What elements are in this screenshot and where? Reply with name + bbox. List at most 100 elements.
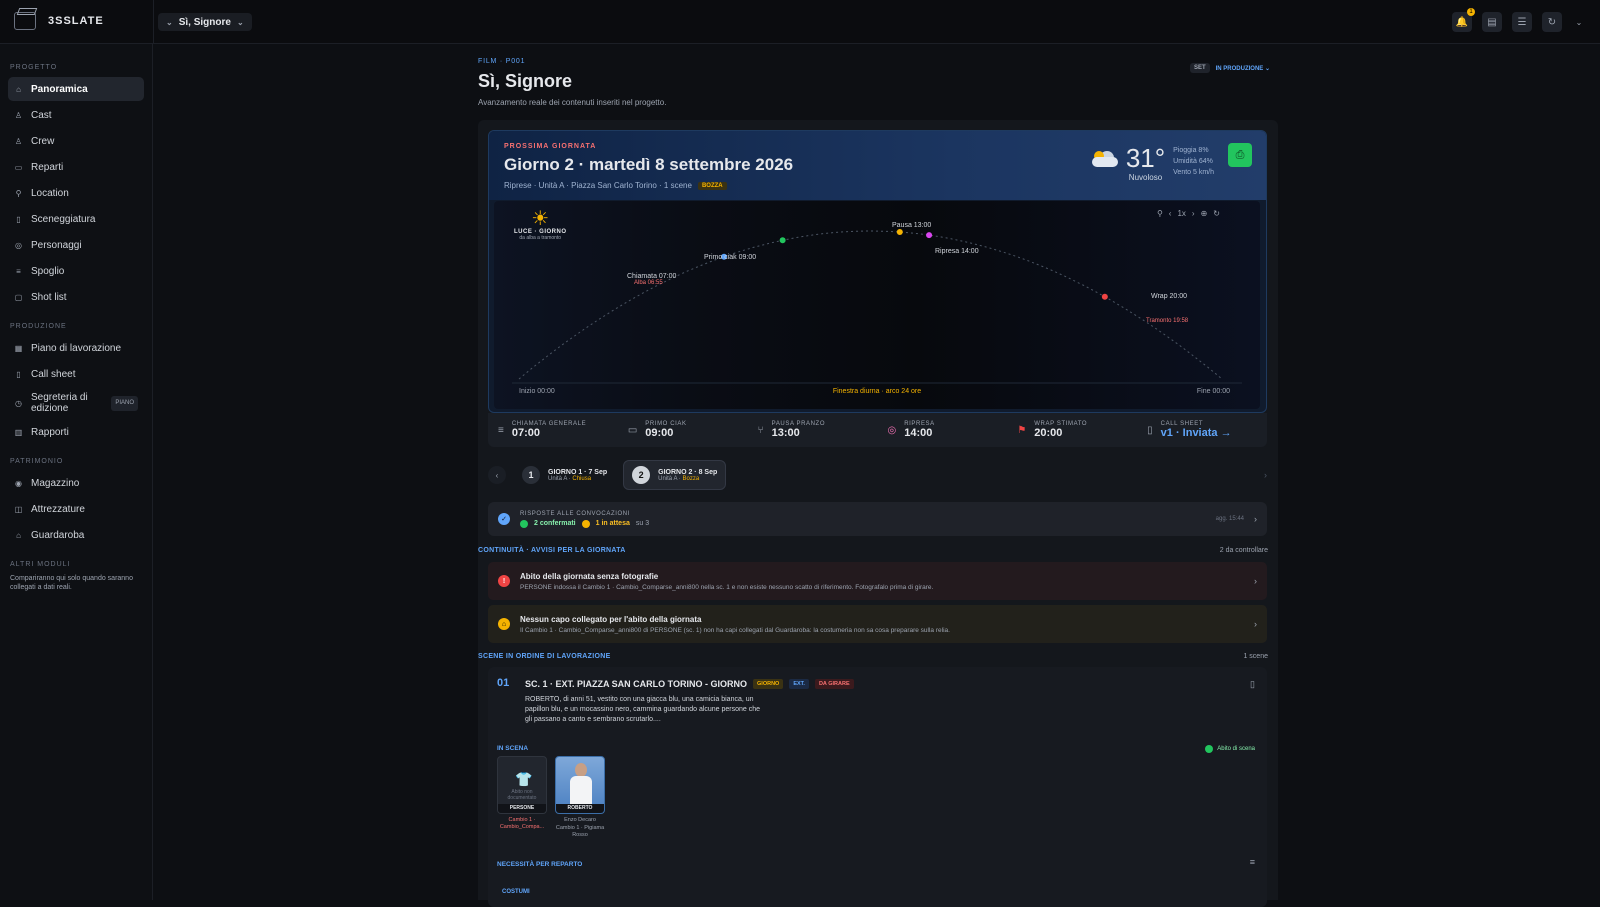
timeline-event-marker[interactable] <box>896 229 903 236</box>
timeline-event-marker[interactable] <box>779 237 786 244</box>
day-chip-2[interactable]: 2 GIORNO 2 · 8 Sep Unità A · Bozza <box>623 460 727 490</box>
project-selector[interactable]: ⌄ Sì, Signore ⌄ <box>158 13 252 31</box>
breadcrumb[interactable]: FILM · P001 <box>478 58 1278 65</box>
window-icon[interactable]: ▤ <box>1482 12 1502 32</box>
brand-name: 3SSLATE <box>48 15 104 27</box>
print-button[interactable]: ⎙ <box>1228 143 1252 167</box>
next-day-subtitle: Riprese · Unità A · Piazza San Carlo Tor… <box>504 181 727 190</box>
cast-role: ROBERTO <box>556 804 604 813</box>
reset-icon[interactable]: ↻ <box>1213 209 1220 218</box>
camera-icon: ▢ <box>14 292 23 302</box>
sidebar-item-shot-list[interactable]: ▢ Shot list <box>8 285 144 309</box>
timeline-event-marker[interactable] <box>926 232 933 239</box>
convocation-responses[interactable]: ✓ RISPOSTE ALLE CONVOCAZIONI 2 confermat… <box>488 502 1267 536</box>
alert-title: Nessun capo collegato per l'abito della … <box>520 614 702 624</box>
sidebar-item-label: Cast <box>31 109 52 121</box>
sidebar-item-label: Panoramica <box>31 83 88 95</box>
chevron-right-icon[interactable]: › <box>1264 470 1267 480</box>
database-icon[interactable]: ☰ <box>1512 12 1532 32</box>
sidebar-item-location[interactable]: ⚲ Location <box>8 181 144 205</box>
document-icon[interactable]: ▯ <box>1250 679 1255 690</box>
overview-panel: PROSSIMA GIORNATA Giorno 2 · martedì 8 s… <box>478 120 1278 907</box>
temperature: 31° <box>1125 143 1166 173</box>
cast-card-persone[interactable]: 👕 Abito non documentato PERSONE Cambio 1… <box>497 756 547 831</box>
timeline-event-marker[interactable] <box>1101 293 1108 300</box>
draft-badge: BOZZA <box>697 181 727 190</box>
hanger-icon: ⌂ <box>16 530 21 540</box>
people-icon: ♙ <box>14 136 23 146</box>
sidebar-item-reparti[interactable]: ▭ Reparti <box>8 155 144 179</box>
notifications-button[interactable]: 🔔 1 <box>1452 8 1475 32</box>
chart-icon: ▥ <box>14 427 23 437</box>
page-header: FILM · P001 Sì, Signore Avanzamento real… <box>478 58 1278 107</box>
stat-value: 14:00 <box>904 427 933 439</box>
stat-value: 20:00 <box>1034 427 1063 439</box>
cast-caption: Cambio 1 · Cambio_Compa... <box>499 817 545 830</box>
scene-card[interactable]: 01 SC. 1 · EXT. PIAZZA SAN CARLO TORINO … <box>488 667 1267 907</box>
page-title: Sì, Signore <box>478 71 573 91</box>
stat-value: 07:00 <box>511 427 540 439</box>
brand[interactable]: 3SSLATE <box>14 12 104 30</box>
rain-chance: Pioggia 8% <box>1173 147 1209 154</box>
sidebar-item-piano-di-lavorazione[interactable]: ▦ Piano di lavorazione <box>8 336 144 360</box>
day-chip-1[interactable]: 1 GIORNO 1 · 7 Sep Unità A · Chiusa <box>514 460 615 490</box>
sidebar-item-guardaroba[interactable]: ⌂ Guardaroba <box>8 523 144 547</box>
sidebar-item-panoramica[interactable]: ⌂ Panoramica <box>8 77 144 101</box>
scene-number: 01 <box>497 677 510 689</box>
chevron-left-icon[interactable]: ‹ <box>488 466 506 484</box>
scene-title: SC. 1 · EXT. PIAZZA SAN CARLO TORINO - G… <box>525 679 748 689</box>
daylight-indicator: ☀ LUCE · GIORNO da alba a tramonto <box>514 209 567 241</box>
list-icon[interactable]: ≡ <box>1250 857 1255 867</box>
cast-card-roberto[interactable]: ROBERTO Enzo Decaro Cambio 1 · Pigiama R… <box>555 756 605 839</box>
sidebar-item-label: Magazzino <box>31 477 80 489</box>
day-title: GIORNO 1 · 7 Sep <box>548 468 608 476</box>
stat-chiamata: ≡ CHIAMATA GENERALE 07:00 <box>488 413 618 447</box>
pending-count: 1 in attesa <box>595 520 630 527</box>
tool-icon: ◫ <box>14 504 23 514</box>
sidebar-item-label: Crew <box>31 135 55 147</box>
page-subtitle: Avanzamento reale dei contenuti inseriti… <box>478 98 667 107</box>
actor-photo: ROBERTO <box>555 756 605 814</box>
clapper-icon: ▭ <box>627 424 638 436</box>
scenes-title: SCENE IN ORDINE DI LAVORAZIONE <box>478 653 611 660</box>
call-sheet-link[interactable]: v1 · Inviata → <box>1161 427 1232 439</box>
chevron-down-icon[interactable]: ⌄ <box>1572 18 1586 27</box>
alert-no-photos[interactable]: ! Abito della giornata senza fotografie P… <box>488 562 1267 600</box>
sidebar-item-label: Personaggi <box>31 239 82 251</box>
sidebar-item-label: Sceneggiatura <box>31 213 96 225</box>
day-stats: ≡ CHIAMATA GENERALE 07:00 ▭ PRIMO CIAK 09:00… <box>488 413 1267 447</box>
timeline-toolbar: ⚲ ‹ 1x › ⊕ ↻ <box>1157 209 1220 218</box>
event-label-ripresa: Ripresa 14:00 <box>935 248 979 255</box>
sidebar-item-magazzino[interactable]: ◉ Magazzino <box>8 471 144 495</box>
production-status-dropdown[interactable]: IN PRODUZIONE ⌄ <box>1216 65 1270 72</box>
sidebar-item-attrezzature[interactable]: ◫ Attrezzature <box>8 497 144 521</box>
zoom-out-icon[interactable]: ⚲ <box>1157 209 1163 218</box>
alert-no-garments[interactable]: ⌂ Nessun capo collegato per l'abito dell… <box>488 605 1267 643</box>
sidebar-item-badge: PIANO <box>111 395 138 411</box>
sidebar-item-spoglio[interactable]: ≡ Spoglio <box>8 259 144 283</box>
tag-location-type: EXT. <box>789 679 809 689</box>
event-label-wrap: Wrap 20:00 <box>1151 293 1188 300</box>
tag-status: DA GIRARE <box>814 679 854 689</box>
sidebar-item-rapporti[interactable]: ▥ Rapporti <box>8 420 144 444</box>
stat-call-sheet[interactable]: ▯ CALL SHEET v1 · Inviata → <box>1137 413 1267 447</box>
sidebar-item-sceneggiatura[interactable]: ▯ Sceneggiatura <box>8 207 144 231</box>
scenes-header: SCENE IN ORDINE DI LAVORAZIONE 1 scene <box>478 653 1278 660</box>
zoom-in-icon[interactable]: ⊕ <box>1201 209 1208 218</box>
clock-icon: ◷ <box>15 398 22 408</box>
sidebar-item-call-sheet[interactable]: ▯ Call sheet <box>8 362 144 386</box>
project-selector-label: Sì, Signore <box>178 16 231 28</box>
sidebar-item-segreteria[interactable]: ◷ Segreteria di edizione PIANO <box>8 388 144 418</box>
sunrise-label: Alba 06:55 <box>634 280 663 286</box>
weather-condition: Nuvoloso <box>1128 173 1163 182</box>
scene-description: ROBERTO, di anni 51, vestito con una gia… <box>525 696 761 723</box>
wind: Vento 5 km/h <box>1173 169 1214 176</box>
refresh-icon[interactable]: ↻ <box>1542 12 1562 32</box>
sidebar-item-personaggi[interactable]: ◎ Personaggi <box>8 233 144 257</box>
sheet-icon: ▯ <box>16 369 21 379</box>
sidebar-item-crew[interactable]: ♙ Crew <box>8 129 144 153</box>
chevron-left-icon[interactable]: ‹ <box>1169 209 1172 218</box>
sidebar-item-cast[interactable]: ♙ Cast <box>8 103 144 127</box>
chevron-right-icon[interactable]: › <box>1192 209 1195 218</box>
sheet-icon: ▯ <box>1147 424 1153 436</box>
